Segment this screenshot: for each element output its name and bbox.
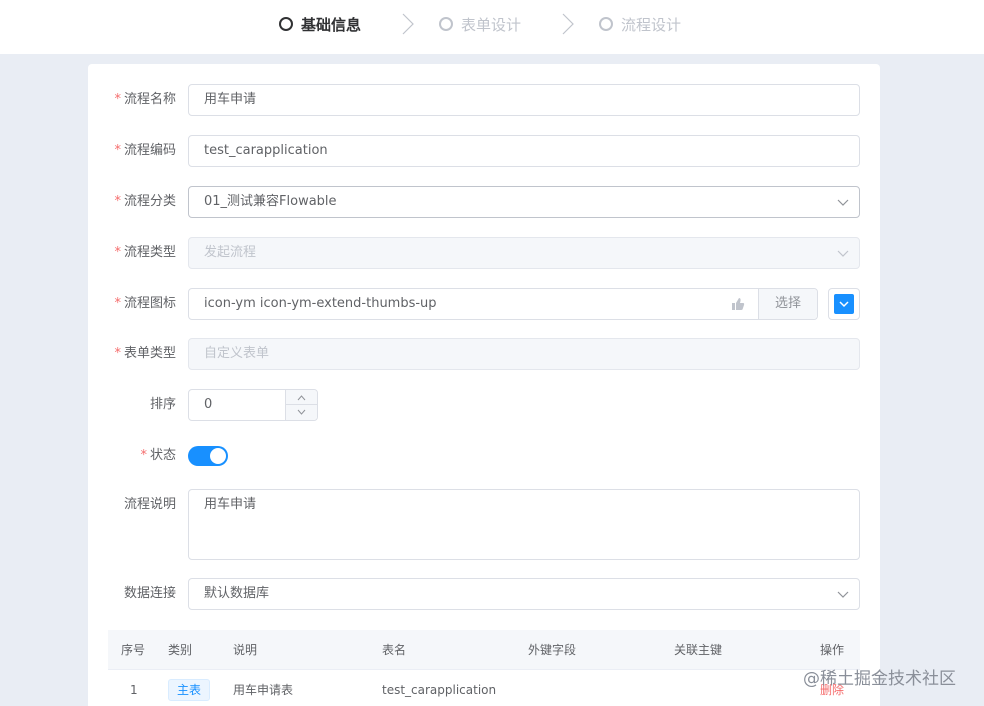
col-table-name: 表名	[382, 643, 407, 657]
status-switch[interactable]	[188, 446, 228, 466]
chevron-right-icon	[562, 13, 574, 35]
step-circle-icon	[599, 17, 613, 31]
col-index: 序号	[121, 643, 146, 657]
step-circle-icon	[279, 17, 293, 31]
chevron-down-icon	[837, 591, 849, 598]
db-link-select[interactable]: 默认数据库	[188, 578, 860, 610]
sort-label: 排序	[149, 397, 176, 412]
chevron-down-icon	[297, 409, 306, 415]
status-label: * 状态	[140, 448, 176, 463]
cell-category: 主表	[168, 670, 211, 701]
step-label: 基础信息	[301, 15, 362, 34]
chevron-down-icon	[837, 199, 849, 206]
col-primary-key: 关联主键	[674, 643, 723, 657]
flow-name-input[interactable]: 用车申请	[188, 84, 860, 116]
flow-icon-value: icon-ym icon-ym-extend-thumbs-up	[204, 296, 437, 311]
sort-value: 0	[204, 397, 213, 412]
cell-index: 1	[130, 683, 138, 697]
step-basic-info[interactable]: 基础信息	[279, 13, 361, 35]
description-textarea[interactable]: 用车申请	[188, 489, 860, 560]
step-flow-design[interactable]: 流程设计	[599, 13, 681, 35]
step-label: 表单设计	[461, 15, 522, 34]
col-foreign-key: 外键字段	[528, 643, 577, 657]
chevron-right-icon	[402, 13, 414, 35]
step-circle-icon	[439, 17, 453, 31]
flow-type-label: * 流程类型	[114, 245, 176, 260]
flow-name-label: * 流程名称	[114, 92, 176, 107]
flow-code-label: * 流程编码	[114, 143, 176, 158]
color-swatch	[834, 294, 854, 314]
watermark: @稀土掘金技术社区	[803, 669, 956, 689]
table-list: 序号 类别 说明 表名 外键字段 关联主键 操作 1 主表 用车申请表 test…	[108, 630, 860, 706]
flow-icon-label: * 流程图标	[114, 296, 176, 311]
flow-icon-input[interactable]: icon-ym icon-ym-extend-thumbs-up 选择	[188, 288, 818, 320]
table-header: 序号 类别 说明 表名 外键字段 关联主键 操作	[108, 630, 860, 670]
description-label: 流程说明	[123, 497, 176, 512]
chevron-down-icon	[839, 301, 849, 308]
step-label: 流程设计	[621, 15, 682, 34]
flow-type-select: 发起流程	[188, 237, 860, 269]
col-description: 说明	[233, 643, 258, 657]
form-type-input: 自定义表单	[188, 338, 860, 370]
table-row: 1 主表 用车申请表 test_carapplication 删除	[108, 670, 860, 706]
flow-category-label: * 流程分类	[114, 194, 176, 209]
thumbs-up-icon	[732, 298, 745, 310]
switch-knob	[210, 448, 226, 464]
chevron-down-icon	[837, 250, 849, 257]
increase-button[interactable]	[286, 390, 317, 405]
step-form-design[interactable]: 表单设计	[439, 13, 521, 35]
db-link-label: 数据连接	[123, 586, 176, 601]
icon-color-picker[interactable]	[828, 288, 860, 320]
form-type-label: * 表单类型	[114, 346, 176, 361]
form-card: * 流程名称 用车申请 * 流程编码 test_carapplication * 流程…	[88, 64, 880, 706]
cell-description: 用车申请表	[233, 683, 294, 697]
stepper-buttons	[285, 390, 317, 420]
sort-stepper[interactable]: 0	[188, 389, 318, 421]
select-icon-button[interactable]: 选择	[758, 289, 817, 319]
col-category: 类别	[168, 643, 193, 657]
decrease-button[interactable]	[286, 405, 317, 420]
cell-table-name: test_carapplication	[382, 683, 497, 697]
chevron-up-icon	[297, 395, 306, 401]
main-table-tag: 主表	[168, 679, 211, 701]
steps-bar: 基础信息 表单设计 流程设计	[0, 0, 984, 54]
flow-code-input[interactable]: test_carapplication	[188, 135, 860, 167]
flow-category-select[interactable]: 01_测试兼容Flowable	[188, 186, 860, 218]
